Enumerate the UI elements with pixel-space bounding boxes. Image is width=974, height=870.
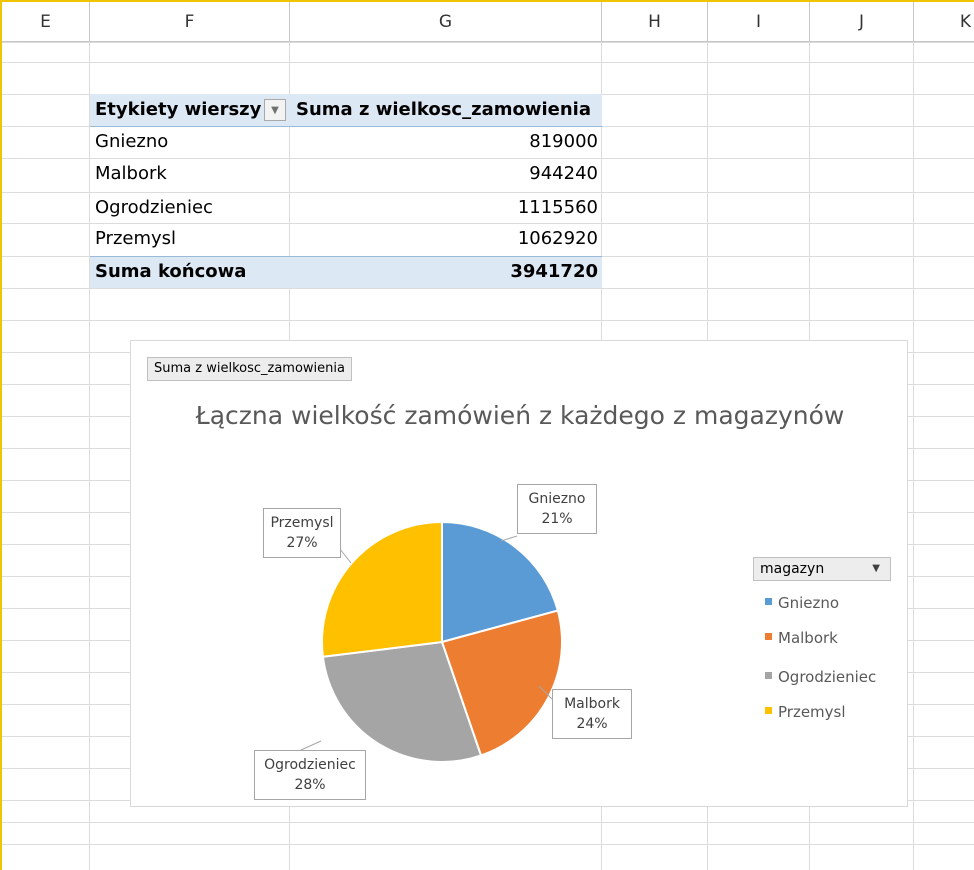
data-label-category: Ogrodzieniec [264, 757, 356, 773]
row-gridline [2, 844, 974, 845]
column-header-f[interactable]: F [90, 2, 290, 42]
pivot-total-value: 3941720 [510, 261, 598, 282]
pivot-row-value: 944240 [529, 163, 598, 184]
pivot-row-value: 1062920 [517, 228, 598, 249]
row-gridline [2, 822, 974, 823]
column-header-j[interactable]: J [810, 2, 914, 42]
leader-line [339, 548, 352, 564]
legend-item-ogrodzieniec: Ogrodzieniec [765, 667, 876, 687]
pivot-row-label: Ogrodzieniec [95, 197, 213, 218]
column-header-k[interactable]: K [914, 2, 974, 42]
data-label-percent: 28% [294, 777, 326, 793]
column-gridline [89, 42, 90, 870]
legend-label: Gniezno [778, 594, 840, 612]
data-label-ogrodzieniec: Ogrodzieniec 28% [254, 750, 366, 800]
column-header-g[interactable]: G [290, 2, 602, 42]
legend-label: Ogrodzieniec [778, 668, 877, 686]
row-gridline [2, 42, 974, 43]
column-gridline [913, 42, 914, 870]
pivot-row-labels-header: Etykiety wierszy [95, 99, 262, 120]
pivot-row-label: Przemysl [95, 228, 177, 249]
row-gridline [2, 320, 974, 321]
legend-swatch [765, 598, 772, 605]
column-header-h[interactable]: H [602, 2, 708, 42]
legend-swatch [765, 633, 772, 640]
legend-title: magazyn [760, 561, 825, 577]
data-label-przemysl: Przemysl 27% [263, 508, 341, 558]
legend-swatch [765, 707, 772, 714]
pivot-total-label: Suma końcowa [95, 261, 247, 282]
legend-label: Przemysl [778, 703, 846, 721]
row-filter-dropdown-icon[interactable]: ▼ [264, 99, 286, 121]
legend-filter-button[interactable]: magazyn ▼ [753, 557, 891, 581]
data-label-percent: 21% [541, 511, 573, 527]
data-label-malbork: Malbork 24% [552, 689, 632, 739]
data-label-percent: 24% [576, 716, 608, 732]
leader-line [300, 740, 322, 751]
row-gridline [2, 62, 974, 63]
dropdown-arrow-icon: ▼ [872, 563, 880, 574]
column-header-i[interactable]: I [708, 2, 810, 42]
data-label-category: Malbork [564, 696, 620, 712]
legend-item-gniezno: Gniezno [765, 593, 839, 613]
legend-item-malbork: Malbork [765, 628, 838, 648]
legend-item-przemysl: Przemysl [765, 702, 846, 722]
legend-label: Malbork [778, 629, 838, 647]
pivot-row-label: Gniezno [95, 131, 169, 152]
column-header-e[interactable]: E [2, 2, 90, 42]
legend-swatch [765, 672, 772, 679]
pivot-chart[interactable]: Suma z wielkosc_zamowienia Łączna wielko… [130, 340, 908, 807]
data-label-category: Gniezno [528, 491, 586, 507]
pivot-row-value: 819000 [529, 131, 598, 152]
data-label-percent: 27% [286, 535, 318, 551]
pivot-row-value: 1115560 [517, 197, 598, 218]
data-label-gniezno: Gniezno 21% [517, 484, 597, 534]
row-gridline [2, 288, 974, 289]
data-label-category: Przemysl [270, 515, 334, 531]
pivot-row-label: Malbork [95, 163, 167, 184]
pivot-value-header: Suma z wielkosc_zamowienia [296, 99, 591, 120]
spreadsheet: EFGHIJK Etykiety wierszy ▼ Suma z wielko… [0, 0, 974, 870]
